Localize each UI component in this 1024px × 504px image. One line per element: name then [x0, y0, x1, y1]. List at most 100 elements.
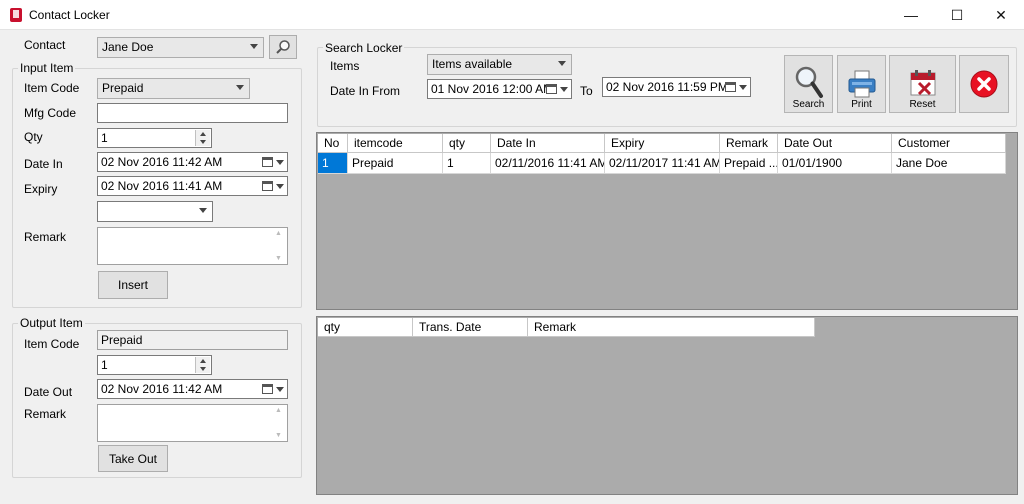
- close-circle-icon: [970, 70, 998, 98]
- calendar-icon: [262, 181, 273, 191]
- printer-icon: [848, 70, 875, 98]
- contact-combo[interactable]: Jane Doe: [97, 37, 264, 58]
- table-cell[interactable]: Prepaid ...: [720, 153, 778, 174]
- item-code-combo[interactable]: Prepaid: [97, 78, 250, 99]
- magnifier-icon: [276, 40, 290, 54]
- items-grid[interactable]: No itemcode qty Date In Expiry Remark Da…: [316, 132, 1018, 310]
- date-out-value: 02 Nov 2016 11:42 AM: [101, 382, 223, 396]
- app-icon: [10, 8, 22, 22]
- date-out-label: Date Out: [24, 385, 73, 399]
- chevron-down-icon: [276, 387, 284, 392]
- qty-label: Qty: [24, 130, 43, 144]
- window-title: Contact Locker: [29, 8, 110, 22]
- take-out-button[interactable]: Take Out: [98, 445, 168, 472]
- spin-down-icon[interactable]: [196, 138, 210, 146]
- output-qty-spin-buttons[interactable]: [195, 357, 210, 373]
- column-header-qty[interactable]: qty: [443, 134, 491, 153]
- item-code-value: Prepaid: [102, 81, 144, 95]
- remark-scrollbar[interactable]: [271, 228, 287, 264]
- output-item-group-title: Output Item: [18, 316, 85, 330]
- items-label: Items: [330, 59, 360, 73]
- contact-search-button[interactable]: [269, 35, 297, 59]
- date-in-from-value: 01 Nov 2016 12:00 AM: [431, 82, 554, 96]
- column-header-date-out[interactable]: Date Out: [778, 134, 892, 153]
- table-cell[interactable]: Jane Doe: [892, 153, 1006, 174]
- table-cell[interactable]: 01/01/1900: [778, 153, 892, 174]
- calendar-icon: [725, 82, 736, 92]
- expiry-value: 02 Nov 2016 11:41 AM: [101, 179, 223, 193]
- chevron-down-icon: [276, 184, 284, 189]
- calendar-icon: [262, 157, 273, 167]
- transactions-grid-header: qty Trans. Date Remark: [318, 318, 815, 337]
- date-in-from-label: Date In From: [330, 84, 401, 98]
- table-row[interactable]: 1 Prepaid 1 02/11/2016 11:41 AM 02/11/20…: [318, 153, 1006, 174]
- items-grid-header: No itemcode qty Date In Expiry Remark Da…: [318, 134, 1006, 153]
- reset-button-label: Reset: [909, 99, 936, 110]
- spin-down-icon[interactable]: [196, 365, 210, 373]
- print-button-label: Print: [851, 99, 872, 110]
- output-item-code-label: Item Code: [24, 337, 80, 351]
- remark-label: Remark: [24, 230, 67, 244]
- insert-button[interactable]: Insert: [98, 271, 168, 299]
- items-filter-combo[interactable]: Items available: [427, 54, 572, 75]
- mfg-code-label: Mfg Code: [24, 106, 77, 120]
- search-button-label: Search: [792, 99, 825, 110]
- qty-value: 1: [101, 131, 108, 145]
- expiry-period-combo[interactable]: [97, 201, 213, 222]
- mfg-code-input[interactable]: [97, 103, 288, 123]
- qty-stepper[interactable]: 1: [97, 128, 212, 148]
- column-header-trans-date[interactable]: Trans. Date: [413, 318, 528, 337]
- chevron-down-icon: [560, 87, 568, 92]
- output-remark-textarea[interactable]: [97, 404, 288, 442]
- column-header-qty[interactable]: qty: [318, 318, 413, 337]
- date-in-to-value: 02 Nov 2016 11:59 PM: [606, 80, 728, 94]
- maximize-button[interactable]: ☐: [934, 0, 980, 30]
- reset-button[interactable]: Reset: [889, 55, 956, 113]
- search-button[interactable]: Search: [784, 55, 833, 113]
- date-in-value: 02 Nov 2016 11:42 AM: [101, 155, 223, 169]
- table-cell[interactable]: 02/11/2016 11:41 AM: [491, 153, 605, 174]
- close-window-button[interactable]: ✕: [978, 0, 1024, 30]
- column-header-itemcode[interactable]: itemcode: [348, 134, 443, 153]
- output-qty-stepper[interactable]: 1: [97, 355, 212, 375]
- input-item-group-title: Input Item: [18, 61, 76, 75]
- item-code-label: Item Code: [24, 81, 80, 95]
- expiry-picker[interactable]: 02 Nov 2016 11:41 AM: [97, 176, 288, 196]
- output-remark-label: Remark: [24, 407, 67, 421]
- date-in-picker[interactable]: 02 Nov 2016 11:42 AM: [97, 152, 288, 172]
- table-cell[interactable]: Prepaid: [348, 153, 443, 174]
- date-in-from-picker[interactable]: 01 Nov 2016 12:00 AM: [427, 79, 572, 99]
- table-cell[interactable]: 02/11/2017 11:41 AM: [605, 153, 720, 174]
- to-label: To: [580, 84, 593, 98]
- qty-spin-buttons[interactable]: [195, 130, 210, 146]
- transactions-grid[interactable]: qty Trans. Date Remark: [316, 316, 1018, 495]
- column-header-date-in[interactable]: Date In: [491, 134, 605, 153]
- chevron-down-icon: [236, 85, 244, 90]
- remark-textarea[interactable]: [97, 227, 288, 265]
- chevron-down-icon: [250, 44, 258, 49]
- expiry-label: Expiry: [24, 182, 58, 196]
- spin-up-icon[interactable]: [196, 130, 210, 138]
- column-header-no[interactable]: No: [318, 134, 348, 153]
- minimize-button[interactable]: —: [888, 0, 934, 30]
- column-header-remark[interactable]: Remark: [720, 134, 778, 153]
- print-button[interactable]: Print: [837, 55, 886, 113]
- close-form-button[interactable]: [959, 55, 1009, 113]
- calendar-icon: [262, 384, 273, 394]
- contact-label: Contact: [24, 38, 66, 52]
- chevron-down-icon: [199, 208, 207, 213]
- output-item-code-field[interactable]: Prepaid: [97, 330, 288, 350]
- calendar-icon: [546, 84, 557, 94]
- column-header-customer[interactable]: Customer: [892, 134, 1006, 153]
- date-out-picker[interactable]: 02 Nov 2016 11:42 AM: [97, 379, 288, 399]
- table-cell[interactable]: 1: [443, 153, 491, 174]
- reset-calendar-icon: [910, 70, 935, 96]
- column-header-expiry[interactable]: Expiry: [605, 134, 720, 153]
- date-in-label: Date In: [24, 157, 63, 171]
- column-header-remark[interactable]: Remark: [528, 318, 815, 337]
- table-cell[interactable]: 1: [318, 153, 348, 174]
- title-bar: Contact Locker — ☐ ✕: [0, 0, 1024, 30]
- date-in-to-picker[interactable]: 02 Nov 2016 11:59 PM: [602, 77, 751, 97]
- output-remark-scrollbar[interactable]: [271, 405, 287, 441]
- spin-up-icon[interactable]: [196, 357, 210, 365]
